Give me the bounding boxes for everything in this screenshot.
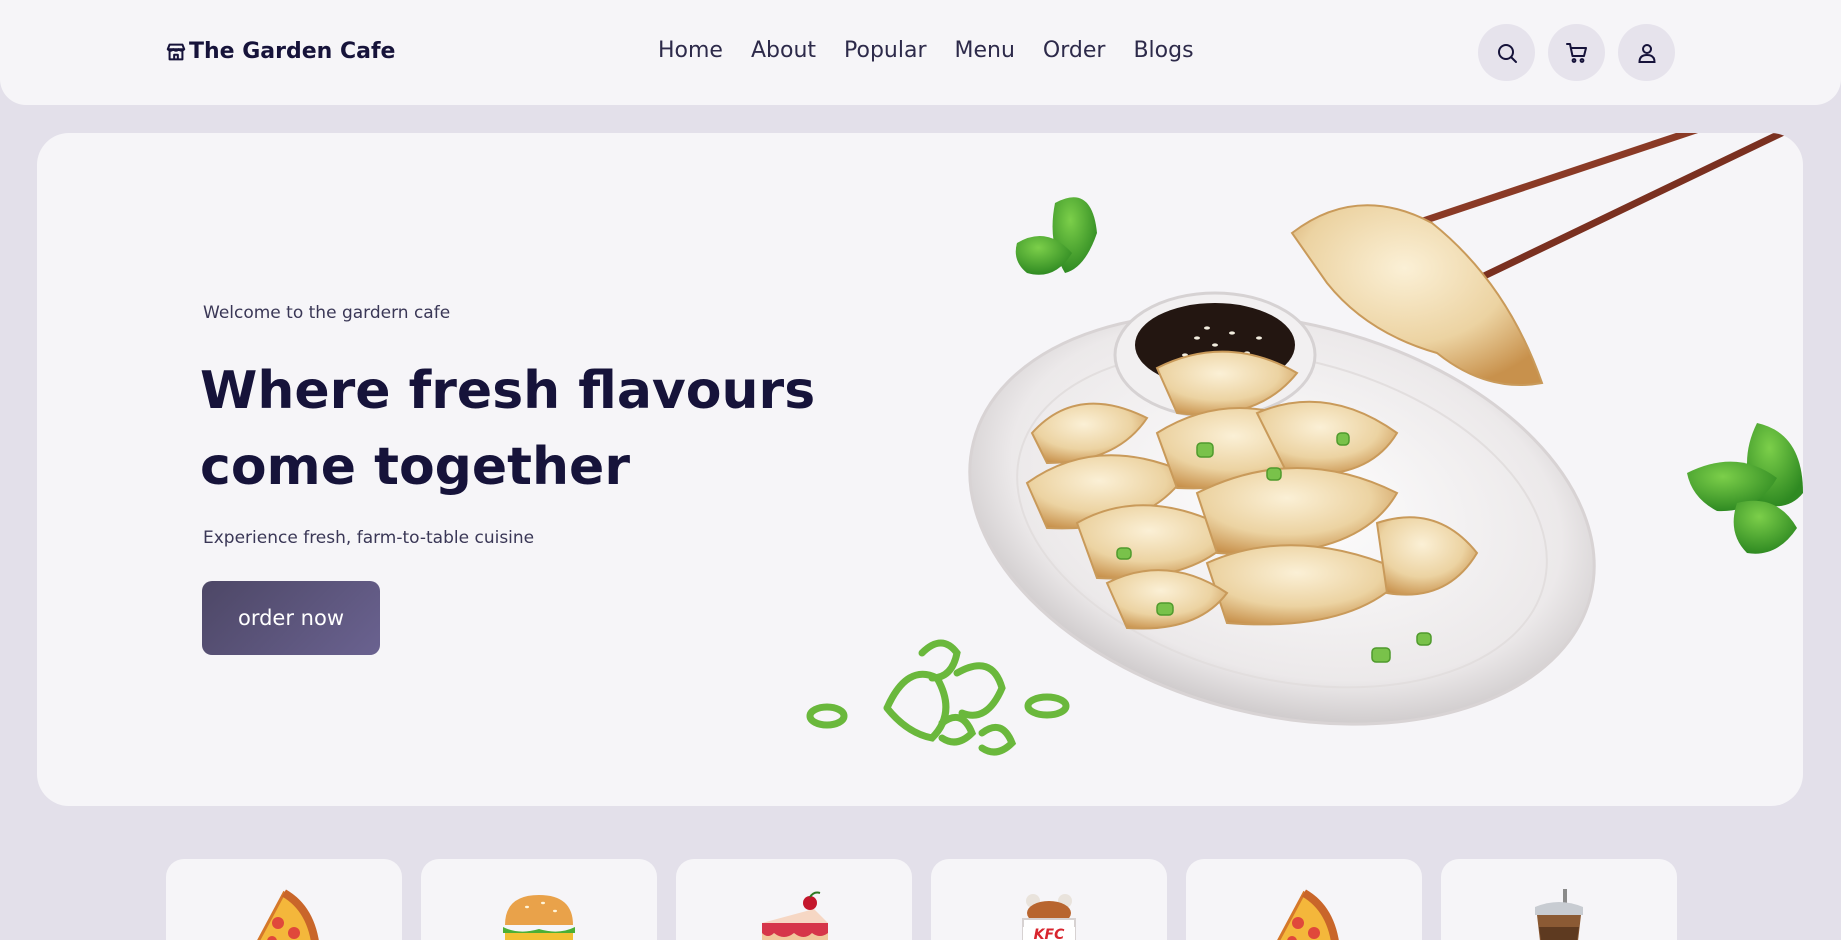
kfc-chicken-icon: KFC: [1022, 894, 1076, 940]
nav-blogs[interactable]: Blogs: [1133, 38, 1193, 63]
scallion-pile: [806, 639, 1070, 756]
main-nav: Home About Popular Menu Order Blogs: [658, 38, 1194, 63]
category-cards: KFC: [166, 859, 1677, 940]
cake-icon: [762, 891, 828, 940]
nav-menu[interactable]: Menu: [955, 38, 1015, 63]
hero-section: Welcome to the gardern cafe Where fresh …: [37, 133, 1803, 806]
cart-button[interactable]: [1548, 24, 1605, 81]
search-icon: [1497, 43, 1517, 63]
brand-name: The Garden Cafe: [189, 39, 396, 64]
pizza-icon: [1277, 889, 1339, 940]
drink-cup-icon: [1535, 889, 1583, 940]
dumplings-image: [806, 133, 1803, 756]
store-icon: [165, 41, 187, 63]
burger-icon: [503, 895, 575, 940]
nav-home[interactable]: Home: [658, 38, 723, 63]
nav-popular[interactable]: Popular: [844, 38, 927, 63]
category-card-burger[interactable]: [421, 859, 657, 940]
user-icon: [1637, 43, 1656, 63]
category-card-cake[interactable]: [676, 859, 912, 940]
search-button[interactable]: [1478, 24, 1535, 81]
site-header: The Garden Cafe Home About Popular Menu …: [0, 0, 1841, 105]
mint-leaf-right: [1687, 423, 1803, 554]
user-button[interactable]: [1618, 24, 1675, 81]
nav-order[interactable]: Order: [1043, 38, 1106, 63]
kfc-logo-text: KFC: [1034, 927, 1065, 940]
brand-logo[interactable]: The Garden Cafe: [165, 39, 395, 64]
category-card-pizza-2[interactable]: [1186, 859, 1422, 940]
category-card-pizza[interactable]: [166, 859, 402, 940]
cart-icon: [1565, 42, 1587, 63]
nav-about[interactable]: About: [751, 38, 816, 63]
mint-leaf-top: [1015, 197, 1097, 275]
category-card-kfc[interactable]: KFC: [931, 859, 1167, 940]
category-card-drink[interactable]: [1441, 859, 1677, 940]
pizza-icon: [257, 889, 319, 940]
